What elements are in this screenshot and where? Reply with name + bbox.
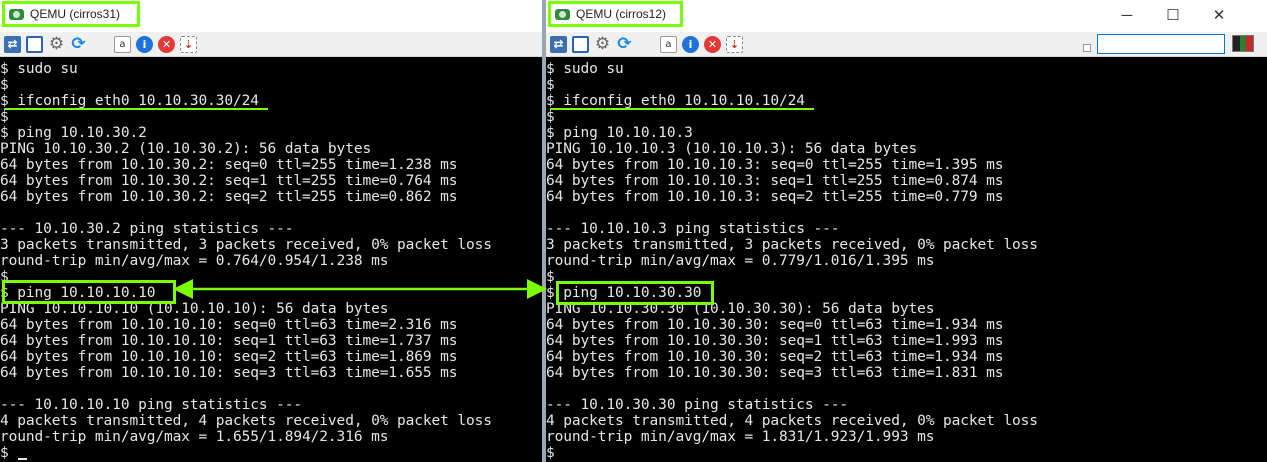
connect-icon[interactable]: ⇄ [4,35,21,53]
terminal-line: 64 bytes from 10.10.10.3: seq=2 ttl=255 … [546,189,1004,205]
terminal-line: 3 packets transmitted, 3 packets receive… [546,237,1038,253]
gear-icon[interactable]: ⚙ [48,34,65,54]
terminal-line: $ sudo su [546,61,624,77]
terminal-line: $ ifconfig eth0 10.10.10.10/24 [546,93,805,109]
terminal-line: round-trip min/avg/max = 0.779/1.016/1.3… [546,253,935,269]
terminal-line: round-trip min/avg/max = 1.655/1.894/2.3… [0,429,389,445]
minimize-button[interactable]: ─ [1104,0,1150,30]
terminal-line: round-trip min/avg/max = 0.764/0.954/1.2… [0,253,389,269]
terminal-line: $ ifconfig eth0 10.10.30.30/24 [0,93,259,109]
maximize-button[interactable]: ☐ [1150,0,1196,30]
terminal-line: $ ping 10.10.10.3 [546,125,693,141]
terminal-line: $ [546,445,555,461]
title-highlight: QEMU (cirros12) [548,1,683,27]
qemu-window-cirros31: QEMU (cirros31) ⇄ ⚙ ⟳ a i ✕ ⇣ $ sudo su $… [0,0,542,462]
qemu-eye-icon [555,8,570,20]
terminal-screen[interactable]: $ sudo su $ $ ifconfig eth0 10.10.10.10/24… [546,58,1267,462]
close-circle-icon[interactable]: ✕ [704,35,721,53]
terminal-line: --- 10.10.30.2 ping statistics --- [0,221,294,237]
terminal-line: 64 bytes from 10.10.30.30: seq=1 ttl=63 … [546,333,1004,349]
title-highlight: QEMU (cirros31) [2,1,140,27]
terminal-line: PING 10.10.10.3 (10.10.10.3): 56 data by… [546,141,918,157]
toolbar: ⇄ ⚙ ⟳ a i ✕ ⇣ [0,32,542,57]
toolbar-handle [1083,44,1091,52]
terminal-line: $ sudo su [0,61,78,77]
search-input[interactable] [1097,34,1225,54]
terminal-line: 64 bytes from 10.10.10.10: seq=3 ttl=63 … [0,365,458,381]
terminal-line: $ [0,445,9,461]
title-bar[interactable]: QEMU (cirros12) ─ ☐ ✕ [546,0,1267,32]
fullscreen-icon[interactable] [572,35,589,53]
terminal-line: 64 bytes from 10.10.10.3: seq=1 ttl=255 … [546,173,1004,189]
ifconfig-underline [4,108,268,110]
terminal-line: 4 packets transmitted, 4 packets receive… [0,413,492,429]
terminal-line: $ [0,77,9,93]
info-icon[interactable]: i [682,35,699,53]
close-circle-icon[interactable]: ✕ [158,35,175,53]
terminal-screen[interactable]: $ sudo su $ $ ifconfig eth0 10.10.30.30/24… [0,58,542,462]
terminal-line: 4 packets transmitted, 4 packets receive… [546,413,1038,429]
terminal-line: $ [546,269,555,285]
text-icon[interactable]: a [660,35,677,53]
terminal-line: --- 10.10.30.30 ping statistics --- [546,397,849,413]
terminal-line: 64 bytes from 10.10.30.30: seq=3 ttl=63 … [546,365,1004,381]
ping-highlight-box [556,281,714,305]
refresh-icon[interactable]: ⟳ [616,34,633,54]
terminal-line: 64 bytes from 10.10.30.2: seq=1 ttl=255 … [0,173,458,189]
windows-icon[interactable] [92,36,109,53]
terminal-line: 64 bytes from 10.10.10.10: seq=2 ttl=63 … [0,349,458,365]
terminal-line: 64 bytes from 10.10.30.30: seq=2 ttl=63 … [546,349,1004,365]
qemu-eye-icon [9,8,24,20]
terminal-line: --- 10.10.10.10 ping statistics --- [0,397,303,413]
download-icon[interactable]: ⇣ [726,35,743,53]
flag-icon[interactable] [1232,35,1254,52]
terminal-line: 64 bytes from 10.10.10.3: seq=0 ttl=255 … [546,157,1004,173]
terminal-line: $ [546,109,555,125]
terminal-line: 64 bytes from 10.10.30.2: seq=2 ttl=255 … [0,189,458,205]
terminal-line: --- 10.10.10.3 ping statistics --- [546,221,840,237]
terminal-line: $ [546,77,555,93]
gear-icon[interactable]: ⚙ [594,34,611,54]
connect-icon[interactable]: ⇄ [550,35,567,53]
close-button[interactable]: ✕ [1196,0,1242,30]
ping-highlight-box [2,280,176,304]
terminal-line: round-trip min/avg/max = 1.831/1.923/1.9… [546,429,935,445]
toolbar: ⇄ ⚙ ⟳ a i ✕ ⇣ [546,32,1267,57]
terminal-line: 64 bytes from 10.10.10.10: seq=0 ttl=63 … [0,317,458,333]
qemu-window-cirros12: QEMU (cirros12) ─ ☐ ✕ ⇄ ⚙ ⟳ a i ✕ ⇣ $ su… [546,0,1267,462]
window-title: QEMU (cirros12) [576,7,667,21]
terminal-cursor [18,458,27,460]
terminal-line: 64 bytes from 10.10.30.2: seq=0 ttl=255 … [0,157,458,173]
ifconfig-underline [550,108,814,110]
terminal-line: 3 packets transmitted, 3 packets receive… [0,237,492,253]
download-icon[interactable]: ⇣ [180,35,197,53]
window-title: QEMU (cirros31) [30,7,121,21]
terminal-line: $ [0,109,9,125]
title-bar[interactable]: QEMU (cirros31) [0,0,542,32]
terminal-line: 64 bytes from 10.10.10.10: seq=1 ttl=63 … [0,333,458,349]
terminal-line: 64 bytes from 10.10.30.30: seq=0 ttl=63 … [546,317,1004,333]
info-icon[interactable]: i [136,35,153,53]
terminal-line: PING 10.10.30.2 (10.10.30.2): 56 data by… [0,141,372,157]
windows-icon[interactable] [638,36,655,53]
terminal-line: $ ping 10.10.30.2 [0,125,147,141]
refresh-icon[interactable]: ⟳ [70,34,87,54]
text-icon[interactable]: a [114,35,131,53]
fullscreen-icon[interactable] [26,35,43,53]
